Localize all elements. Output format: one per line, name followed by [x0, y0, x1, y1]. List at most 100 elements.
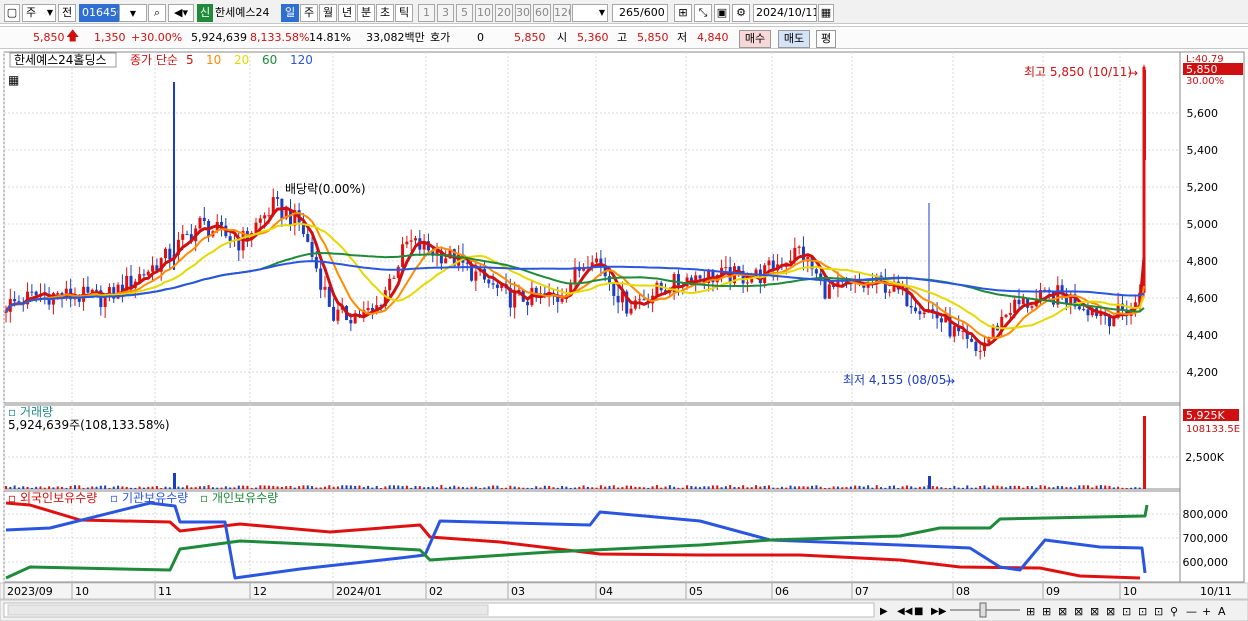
- x-axis-label: 2023/09: [7, 585, 53, 598]
- nav-icon-0: ▶: [880, 606, 888, 617]
- date-input[interactable]: 2024/10/11: [753, 4, 817, 22]
- stock-code-input[interactable]: 016450: [79, 4, 119, 22]
- volume-bar: [207, 485, 210, 489]
- volume-bar: [918, 486, 921, 489]
- volume-bar: [375, 485, 378, 489]
- buy-button[interactable]: 매수: [739, 30, 771, 48]
- tab-interval-3[interactable]: 10: [475, 4, 493, 22]
- tab-interval-6[interactable]: 60: [533, 4, 551, 22]
- candle-body: [918, 311, 922, 315]
- current-price: 5,850: [33, 31, 65, 44]
- volume-bar: [690, 485, 693, 489]
- volume-bar: [1017, 485, 1020, 489]
- volume-bar: [13, 485, 16, 489]
- volume-bar: [405, 485, 408, 489]
- volume-bar: [664, 486, 667, 489]
- volume-bar: [427, 486, 430, 489]
- stock-name-label: 한세예스24홀딩스: [14, 53, 107, 67]
- sell-button[interactable]: 매도: [778, 30, 810, 48]
- candle-body: [319, 268, 323, 290]
- volume-bar: [1030, 486, 1033, 489]
- low-value: 4,840: [697, 31, 729, 44]
- tab-period-3[interactable]: 년: [338, 4, 356, 22]
- volume-bar: [621, 487, 624, 489]
- count-field[interactable]: 265/600: [612, 4, 668, 22]
- tool-icon-3: ⊠: [1074, 605, 1083, 618]
- volume-bar: [905, 485, 908, 489]
- window-icon[interactable]: ▢: [4, 4, 20, 22]
- tab-interval-1[interactable]: 3: [437, 4, 454, 22]
- tab-period-1[interactable]: 주: [300, 4, 318, 22]
- tab-interval-2[interactable]: 5: [456, 4, 473, 22]
- interval-dropdown[interactable]: ▼: [572, 4, 608, 22]
- candle-body: [1017, 299, 1021, 305]
- tab-period-5[interactable]: 초: [376, 4, 394, 22]
- candle-body: [349, 320, 353, 324]
- volume-bar: [1112, 487, 1115, 489]
- tab-interval-7[interactable]: 120: [553, 4, 571, 22]
- stock-chart[interactable]: 5,600 5,400 5,200 5,000 4,800 4,600 4,400 4,200…: [0, 50, 1248, 621]
- market-select[interactable]: 주 ▼: [22, 4, 56, 22]
- volume-bar: [707, 486, 710, 489]
- tab-period-0[interactable]: 일: [281, 4, 299, 22]
- candle-body: [1030, 306, 1034, 308]
- tab-interval-4[interactable]: 20: [495, 4, 513, 22]
- volume-bar: [1026, 486, 1029, 489]
- chart-tool-icon[interactable]: ⤡: [694, 4, 712, 22]
- candle-body: [909, 306, 913, 308]
- tab-period-6[interactable]: 틱: [395, 4, 413, 22]
- volume-bar: [496, 485, 499, 489]
- candle-body: [914, 307, 918, 312]
- tab-period-2[interactable]: 월: [319, 4, 337, 22]
- tab-interval-5[interactable]: 30: [515, 4, 531, 22]
- volume-bar: [867, 485, 870, 489]
- volume-bar: [660, 487, 663, 489]
- candle-body: [151, 265, 155, 272]
- price-panel-frame: [3, 51, 1181, 404]
- volume-bar: [311, 486, 314, 489]
- volume-bar: [586, 486, 589, 489]
- volume-bar: [811, 485, 814, 489]
- candle-body: [146, 271, 150, 276]
- volume-bar: [306, 485, 309, 489]
- tab-period-4[interactable]: 분: [357, 4, 375, 22]
- volume-bar: [99, 485, 102, 489]
- volume-bar: [285, 486, 288, 489]
- candle-body: [181, 234, 185, 240]
- candle-body: [487, 279, 491, 284]
- code-dropdown[interactable]: ▼: [119, 4, 147, 22]
- search-icon[interactable]: ⌕: [148, 4, 166, 22]
- open-value: 5,360: [577, 31, 609, 44]
- calendar-icon[interactable]: ▦: [818, 4, 834, 22]
- volume-panel-frame: [3, 404, 1181, 490]
- volume-bar: [539, 487, 542, 489]
- open-label: 시: [557, 31, 568, 44]
- volume-bar: [928, 476, 931, 489]
- candle-body: [491, 283, 495, 285]
- high-note: 최고 5,850 (10/11): [1024, 65, 1132, 79]
- x-axis-label: 10: [1123, 585, 1137, 598]
- new-badge: 신: [197, 4, 213, 22]
- volume-bar: [138, 486, 141, 489]
- volume-bar: [1125, 487, 1128, 489]
- save-icon[interactable]: ▣: [714, 4, 730, 22]
- volume-tick-label: 2,500K: [1185, 451, 1224, 464]
- gear-icon[interactable]: ⚙: [732, 4, 750, 22]
- volume-bar: [780, 486, 783, 489]
- tab-interval-0[interactable]: 1: [418, 4, 435, 22]
- candle-body: [797, 246, 801, 248]
- volume-bar: [453, 485, 456, 489]
- volume-bar: [280, 486, 283, 489]
- x-axis-label: 02: [429, 585, 443, 598]
- avg-button[interactable]: 평: [816, 30, 836, 48]
- volume-bar: [388, 485, 391, 489]
- indicator-icon[interactable]: ⊞: [674, 4, 692, 22]
- candle-body: [314, 256, 318, 269]
- speaker-icon[interactable]: ◀▾: [168, 4, 194, 22]
- volume-bar: [862, 486, 865, 489]
- prev-button[interactable]: 전: [58, 4, 76, 22]
- bid-label: 호가: [430, 31, 451, 44]
- candle-body: [676, 274, 680, 286]
- candle-body: [366, 307, 370, 311]
- volume-bar: [112, 486, 115, 489]
